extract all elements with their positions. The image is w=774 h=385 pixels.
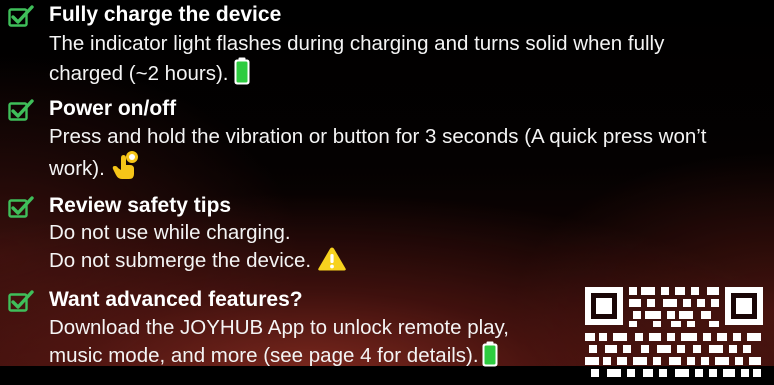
step-line: The indicator light flashes during charg…	[49, 32, 665, 55]
checkbox-checked-icon	[8, 99, 34, 121]
hand-press-icon	[112, 151, 138, 179]
step-line: music mode, and more (see page 4 for det…	[49, 341, 509, 369]
step-title: Want advanced features?	[49, 288, 303, 311]
checkbox-checked-icon	[8, 5, 34, 27]
checkbox-checked-icon	[8, 290, 34, 312]
battery-icon	[234, 57, 250, 85]
step-line: work).	[49, 150, 707, 182]
step-line: Press and hold the vibration or button f…	[49, 125, 707, 148]
battery-icon	[482, 341, 498, 367]
step-line: Do not use while charging.	[49, 221, 291, 244]
step-description: Download the JOYHUB App to unlock remote…	[49, 315, 509, 369]
checkbox-checked-icon	[8, 196, 34, 218]
step-line: charged (~2 hours).	[49, 57, 664, 87]
step-description: Press and hold the vibration or button f…	[49, 124, 707, 182]
step-line: Do not submerge the device.	[49, 246, 347, 274]
step-title: Review safety tips	[49, 194, 232, 217]
step-title: Power on/off	[49, 97, 177, 120]
warning-icon	[318, 247, 346, 271]
step-line: Download the JOYHUB App to unlock remote…	[49, 316, 509, 339]
step-title: Fully charge the device	[49, 3, 282, 26]
step-description: The indicator light flashes during charg…	[49, 31, 664, 87]
qr-code-icon	[585, 287, 763, 377]
step-description: Do not use while charging. Do not submer…	[49, 220, 347, 274]
